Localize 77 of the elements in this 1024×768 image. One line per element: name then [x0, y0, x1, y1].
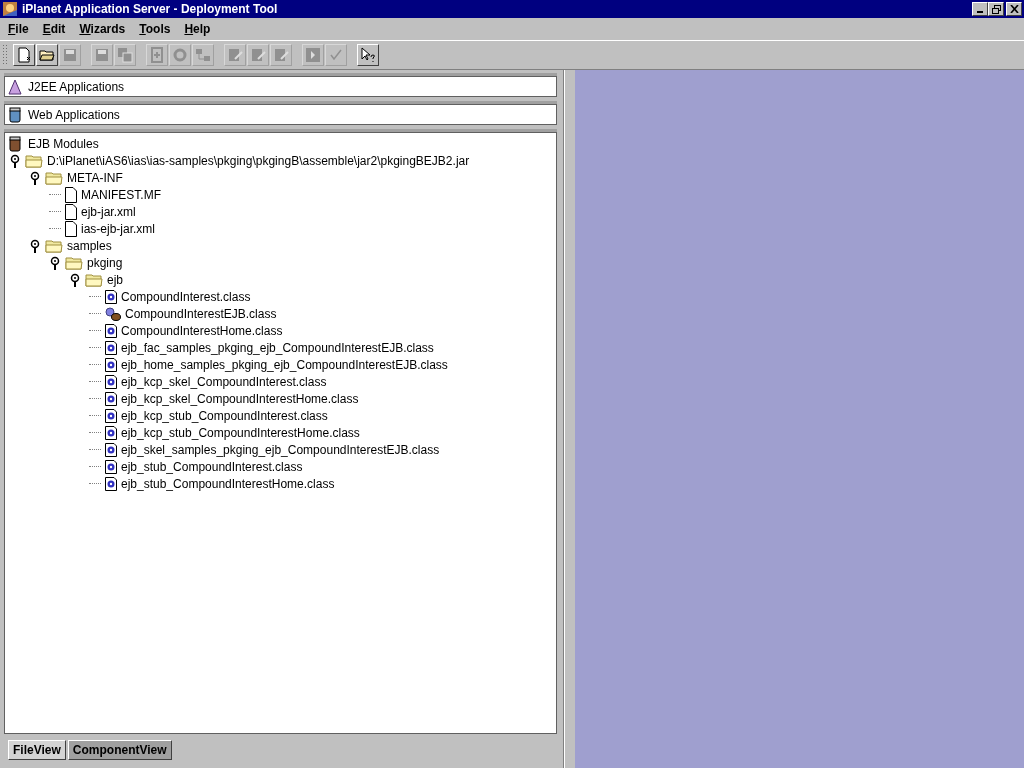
restore-button[interactable] — [988, 2, 1004, 16]
tree-item[interactable]: samples — [67, 238, 112, 253]
tree-item[interactable]: ejb — [107, 272, 123, 287]
tree-item[interactable]: ejb_kcp_skel_CompoundInterest.class — [121, 374, 327, 389]
class-file-icon — [105, 374, 117, 389]
close-icon — [1009, 5, 1019, 13]
tree-item[interactable]: pkging — [87, 255, 123, 270]
expand-handle-icon[interactable] — [9, 153, 21, 168]
app-icon — [2, 1, 18, 17]
class-file-icon — [105, 357, 117, 372]
close-button[interactable] — [1006, 2, 1022, 16]
tree-item[interactable]: CompoundInterestEJB.class — [125, 306, 277, 321]
class-file-icon — [105, 425, 117, 440]
tree-item[interactable]: ejb_kcp_stub_CompoundInterestHome.class — [121, 425, 360, 440]
restore-icon — [991, 4, 1001, 14]
menu-item[interactable]: Edit — [42, 22, 66, 36]
tree-item[interactable]: ejb_home_samples_pkging_ejb_CompoundInterestEJB.class — [121, 357, 448, 372]
section-header[interactable]: J2EE Applications — [4, 76, 557, 97]
document-icon — [65, 203, 77, 220]
tree-item[interactable]: ejb_skel_samples_pkging_ejb_CompoundInterestEJB.class — [121, 442, 440, 457]
class-file-icon — [105, 408, 117, 423]
expand-handle-icon[interactable] — [69, 272, 81, 287]
tree-item[interactable]: CompoundInterestHome.class — [121, 323, 283, 338]
copy-icon — [117, 47, 133, 63]
tree-item[interactable]: CompoundInterest.class — [121, 289, 251, 304]
tab[interactable]: FileView — [8, 740, 66, 760]
expand-handle-icon[interactable] — [29, 170, 41, 185]
folder-icon — [85, 272, 103, 287]
folder-icon — [25, 153, 43, 168]
class-file-icon — [105, 340, 117, 355]
document-icon — [65, 186, 77, 203]
triangle-icon — [7, 78, 23, 95]
tree-item[interactable]: ias-ejb-jar.xml — [81, 221, 155, 236]
class-file-icon — [105, 323, 117, 338]
edit-icon — [227, 47, 243, 63]
folder-icon — [65, 255, 83, 270]
document-icon — [65, 220, 77, 237]
window-title: iPlanet Application Server - Deployment Tool — [22, 2, 279, 16]
class-file-icon — [105, 476, 117, 491]
class-file-icon — [105, 289, 117, 304]
new-document-icon — [16, 47, 32, 63]
list-icon — [195, 47, 211, 63]
tree-item[interactable]: ejb_stub_CompoundInterestHome.class — [121, 476, 335, 491]
menu-item[interactable]: File — [8, 22, 29, 36]
expand-handle-icon[interactable] — [29, 238, 41, 253]
folder-icon — [45, 170, 63, 185]
edit-icon — [273, 47, 289, 63]
plus-icon — [149, 47, 165, 63]
class-file-icon — [105, 391, 117, 406]
tree-root[interactable]: EJB Modules — [5, 135, 556, 152]
tree-item[interactable]: D:\iPlanet\iAS6\ias\ias-samples\pkging\pkgingB\assemble\jar2\pkgingBEJB2.jar — [47, 153, 470, 168]
help-pointer-icon — [360, 47, 376, 63]
check-icon — [328, 47, 344, 63]
jar-icon — [7, 135, 23, 152]
circle-icon — [172, 47, 188, 63]
folder-icon — [39, 47, 55, 63]
tree-item[interactable]: ejb_fac_samples_pkging_ejb_CompoundInterestEJB.class — [121, 340, 434, 355]
class-file-icon — [105, 442, 117, 457]
class-file-icon — [105, 459, 117, 474]
tree-item[interactable]: ejb-jar.xml — [81, 204, 136, 219]
minimize-button[interactable] — [972, 2, 988, 16]
tree-item[interactable]: ejb_kcp_skel_CompoundInterestHome.class — [121, 391, 359, 406]
jar-icon — [7, 106, 23, 123]
section-header[interactable]: Web Applications — [4, 104, 557, 125]
tree-item[interactable]: META-INF — [67, 170, 123, 185]
folder-icon — [45, 238, 63, 253]
edit-icon — [250, 47, 266, 63]
menu-item[interactable]: Tools — [139, 22, 171, 36]
menu-item[interactable]: Wizards — [79, 22, 126, 36]
tree-label: EJB Modules — [28, 136, 99, 151]
play-icon — [305, 47, 321, 63]
tab[interactable]: ComponentView — [67, 740, 172, 760]
menu-item[interactable]: Help — [184, 22, 211, 36]
tree-item[interactable]: ejb_stub_CompoundInterest.class — [121, 459, 303, 474]
tree-item[interactable]: ejb_kcp_stub_CompoundInterest.class — [121, 408, 328, 423]
tree-item[interactable]: MANIFEST.MF — [81, 187, 161, 202]
expand-handle-icon[interactable] — [49, 255, 61, 270]
